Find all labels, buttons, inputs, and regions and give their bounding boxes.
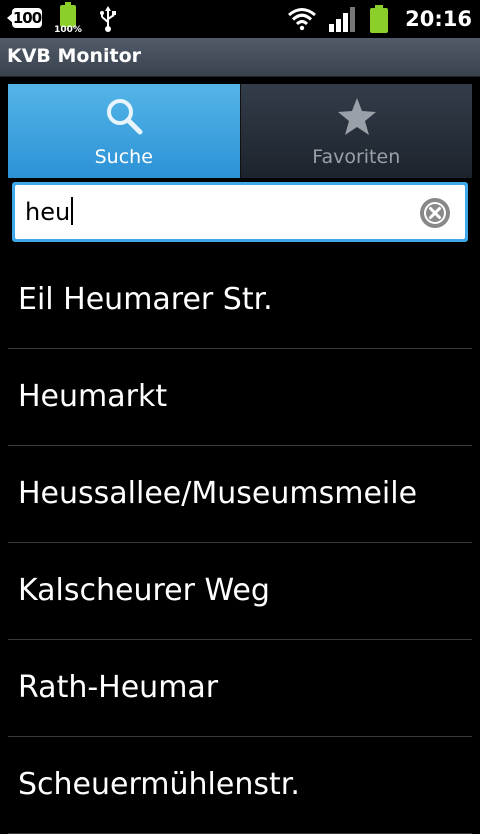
list-item[interactable]: Eil Heumarer Str. bbox=[8, 252, 472, 349]
usb-icon bbox=[100, 6, 116, 32]
list-item[interactable]: Scheuermühlenstr. bbox=[8, 737, 472, 834]
signal-icon bbox=[329, 7, 356, 32]
search-field-frame: heu bbox=[12, 182, 468, 242]
list-item-label: Heussallee/Museumsmeile bbox=[18, 476, 418, 511]
status-bar-right: 20:16 bbox=[287, 4, 472, 34]
list-item-label: Kalscheurer Weg bbox=[18, 573, 270, 608]
status-bar-left: 100 100% bbox=[7, 2, 118, 35]
tab-suche-label: Suche bbox=[94, 146, 153, 168]
battery-small-percent: 100% bbox=[54, 25, 82, 35]
tab-favoriten[interactable]: Favoriten bbox=[239, 84, 472, 178]
notification-count: 100 bbox=[12, 9, 42, 27]
app-title: KVB Monitor bbox=[7, 45, 142, 67]
clear-icon[interactable] bbox=[419, 197, 451, 229]
list-item-label: Scheuermühlenstr. bbox=[18, 767, 300, 802]
star-icon bbox=[337, 98, 376, 135]
tab-suche[interactable]: Suche bbox=[8, 84, 240, 178]
list-item[interactable]: Rath-Heumar bbox=[8, 640, 472, 737]
list-item-label: Eil Heumarer Str. bbox=[18, 282, 273, 317]
notification-badge-icon: 100 bbox=[7, 8, 46, 30]
list-item[interactable]: Heussallee/Museumsmeile bbox=[8, 446, 472, 543]
results-list: Eil Heumarer Str. Heumarkt Heussallee/Mu… bbox=[8, 252, 472, 834]
status-bar: 100 100% 20:16 bbox=[0, 0, 480, 38]
battery-icon bbox=[370, 5, 389, 33]
search-icon bbox=[107, 99, 143, 135]
tab-bar: Suche Favoriten bbox=[8, 84, 472, 178]
list-item-label: Rath-Heumar bbox=[18, 670, 219, 705]
list-item[interactable]: Heumarkt bbox=[8, 349, 472, 446]
list-item-label: Heumarkt bbox=[18, 379, 168, 414]
text-caret bbox=[71, 197, 74, 225]
search-input[interactable]: heu bbox=[15, 185, 465, 239]
battery-small-icon: 100% bbox=[54, 2, 82, 35]
clock: 20:16 bbox=[405, 7, 472, 31]
search-input-value: heu bbox=[25, 197, 74, 226]
list-item[interactable]: Kalscheurer Weg bbox=[8, 543, 472, 640]
app-title-bar: KVB Monitor bbox=[0, 38, 480, 77]
tab-favoriten-label: Favoriten bbox=[312, 146, 401, 168]
wifi-icon bbox=[288, 8, 317, 31]
